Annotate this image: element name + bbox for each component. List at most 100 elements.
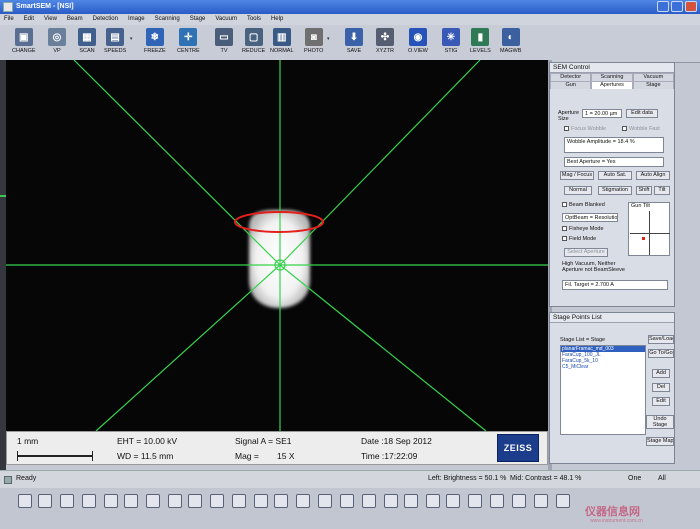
beam-blanked-checkbox[interactable]: Beam Blanked bbox=[562, 202, 605, 208]
one-button[interactable]: One bbox=[628, 475, 641, 482]
photo-icon: ◙ bbox=[304, 28, 323, 46]
profile-icon[interactable] bbox=[82, 494, 96, 508]
normal-button[interactable]: Normal bbox=[564, 186, 592, 195]
signal-value: Signal A = SE1 bbox=[235, 436, 292, 446]
menu-image[interactable]: Image bbox=[128, 16, 145, 25]
tab-scanning[interactable]: Scanning bbox=[591, 73, 633, 81]
line-icon[interactable] bbox=[232, 494, 246, 508]
toolbar-reduce-button[interactable]: ▢ REDUCE bbox=[242, 28, 265, 54]
shift-button[interactable]: Shift bbox=[636, 186, 652, 195]
histogram-icon[interactable] bbox=[534, 494, 548, 508]
tilt-button[interactable]: Tilt bbox=[654, 186, 670, 195]
target-icon[interactable] bbox=[446, 494, 460, 508]
scale-icon[interactable] bbox=[512, 494, 526, 508]
menu-file[interactable]: File bbox=[4, 16, 14, 25]
menu-beam[interactable]: Beam bbox=[67, 16, 83, 25]
all-button[interactable]: All bbox=[658, 475, 666, 482]
mag-focus-button[interactable]: Mag / Focus bbox=[560, 171, 594, 180]
arrow-icon[interactable] bbox=[404, 494, 418, 508]
point-icon[interactable] bbox=[340, 494, 354, 508]
tab-detector[interactable]: Detector bbox=[550, 73, 592, 81]
toolbar-centre-button[interactable]: ✛ CENTRE bbox=[177, 28, 200, 54]
close-icon[interactable] bbox=[685, 1, 697, 12]
toolbar-photo-button[interactable]: ◙ PHOTO ▾ bbox=[304, 28, 329, 54]
toolbar-label: TV bbox=[220, 48, 228, 54]
ring-icon[interactable] bbox=[426, 494, 440, 508]
toolbar-magwb-button[interactable]: ◐ MAGWB bbox=[500, 28, 521, 54]
tab-vacuum[interactable]: Vacuum bbox=[632, 73, 674, 81]
menu-vacuum[interactable]: Vacuum bbox=[215, 16, 237, 25]
tab-stage[interactable]: Stage bbox=[632, 81, 674, 89]
stage-map-button[interactable]: Stage Map bbox=[646, 437, 674, 446]
toolbar-save-button[interactable]: ⬇ SAVE bbox=[345, 28, 363, 54]
text-icon[interactable] bbox=[168, 494, 182, 508]
field-mode-checkbox[interactable]: Field Mode bbox=[562, 236, 596, 242]
toolbar-freeze-button[interactable]: ❄ FREEZE bbox=[144, 28, 166, 54]
circle-icon[interactable] bbox=[296, 494, 310, 508]
image-icon[interactable] bbox=[146, 494, 160, 508]
rectangle-icon[interactable] bbox=[188, 494, 202, 508]
tabs-bottom-row: Gun Apertures Stage bbox=[550, 81, 674, 89]
wobble-fast-checkbox[interactable]: Wobble Fast bbox=[622, 126, 660, 132]
add-button[interactable]: Add bbox=[652, 369, 670, 378]
grid-icon[interactable] bbox=[38, 494, 52, 508]
frame-icon[interactable] bbox=[210, 494, 224, 508]
minimize-icon[interactable] bbox=[657, 1, 669, 12]
menu-detection[interactable]: Detection bbox=[93, 16, 118, 25]
edit-button[interactable]: Edit bbox=[652, 397, 670, 406]
auto-sat-button[interactable]: Auto Sat. bbox=[598, 171, 632, 180]
copy-icon[interactable] bbox=[104, 494, 118, 508]
toolbar-oview-button[interactable]: ◉ O.VIEW bbox=[408, 28, 428, 54]
ellipse-icon[interactable] bbox=[274, 494, 288, 508]
auto-align-button[interactable]: Auto Align bbox=[636, 171, 670, 180]
undo-stage-goto-button[interactable]: Undo Stage Goto bbox=[646, 415, 674, 429]
menu-view[interactable]: View bbox=[44, 16, 57, 25]
toolbar-change-button[interactable]: ▣ CHANGE bbox=[12, 28, 36, 54]
optbeam-select[interactable]: OptBeam = Resolution bbox=[562, 213, 618, 222]
tab-apertures[interactable]: Apertures bbox=[591, 81, 633, 89]
toolbar-stig-button[interactable]: ✳ STIG bbox=[442, 28, 460, 54]
maximize-icon[interactable] bbox=[671, 1, 683, 12]
focus-wobble-checkbox[interactable]: Focus Wobble bbox=[564, 126, 606, 132]
toolbar-vp-button[interactable]: ◎ VP bbox=[48, 28, 66, 54]
save-load-button[interactable]: Save/Load bbox=[648, 335, 674, 344]
field-mode-label: Field Mode bbox=[569, 236, 597, 242]
toolbar-speeds-button[interactable]: ▤ SPEEDS ▾ bbox=[104, 28, 132, 54]
node-icon[interactable] bbox=[318, 494, 332, 508]
toolbar-xyztr-button[interactable]: ✣ XYZTR bbox=[376, 28, 394, 54]
edit-data-button[interactable]: Edit data bbox=[626, 109, 658, 118]
status-icon bbox=[4, 476, 12, 484]
fisheye-mode-checkbox[interactable]: Fisheye Mode bbox=[562, 226, 604, 232]
toolbar-normal-button[interactable]: ▥ NORMAL bbox=[270, 28, 294, 54]
list-item[interactable]: C5_MiClear bbox=[561, 364, 645, 370]
measure-icon[interactable] bbox=[60, 494, 74, 508]
cross-icon[interactable] bbox=[124, 494, 138, 508]
delete-button[interactable]: Del bbox=[652, 383, 670, 392]
square-icon[interactable] bbox=[254, 494, 268, 508]
chevron-down-icon[interactable]: ▾ bbox=[130, 36, 133, 42]
menu-stage[interactable]: Stage bbox=[190, 16, 206, 25]
area-icon[interactable] bbox=[468, 494, 482, 508]
select-aperture-button[interactable]: Select Aperture bbox=[564, 248, 608, 257]
menu-scanning[interactable]: Scanning bbox=[155, 16, 180, 25]
aperture-select[interactable]: 1 = 20.00 µm bbox=[582, 109, 622, 118]
toolbar-levels-button[interactable]: ▮ LEVELS bbox=[470, 28, 491, 54]
tab-gun[interactable]: Gun bbox=[550, 81, 592, 89]
chevron-down-icon[interactable]: ▾ bbox=[327, 36, 330, 42]
menu-edit[interactable]: Edit bbox=[24, 16, 34, 25]
toolbar-tv-button[interactable]: ▭ TV bbox=[215, 28, 233, 54]
stigmation-button[interactable]: Stigmation bbox=[598, 186, 632, 195]
menu-tools[interactable]: Tools bbox=[247, 16, 261, 25]
pointer-icon[interactable] bbox=[18, 494, 32, 508]
stage-points-list[interactable]: planarFramac_md_003 FaraCup_100_JL FaraC… bbox=[560, 345, 646, 435]
sem-image-view[interactable] bbox=[6, 60, 548, 431]
check-icon[interactable] bbox=[384, 494, 398, 508]
wobble-amplitude-field[interactable]: Wobble Amplitude = 18.4 % bbox=[564, 137, 664, 153]
angle-icon[interactable] bbox=[362, 494, 376, 508]
menu-help[interactable]: Help bbox=[271, 16, 283, 25]
go-to-button[interactable]: Go To/Go bbox=[648, 349, 674, 358]
gun-tilt-pad[interactable]: Gun Tilt bbox=[628, 202, 670, 256]
panel-icon[interactable] bbox=[490, 494, 504, 508]
toolbar-scan-button[interactable]: ▦ SCAN bbox=[78, 28, 96, 54]
table-icon[interactable] bbox=[556, 494, 570, 508]
